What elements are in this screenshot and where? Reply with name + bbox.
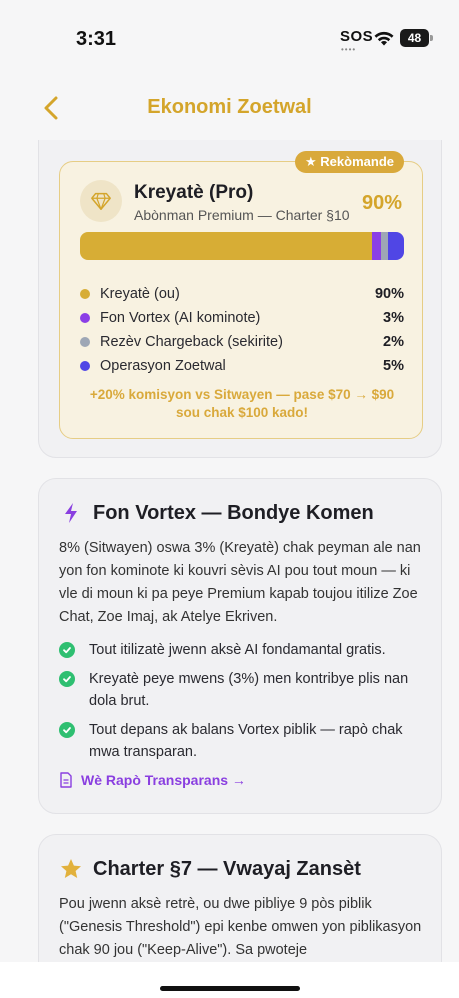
legend-dot-icon	[80, 361, 90, 371]
check-circle-icon	[59, 671, 75, 687]
battery-cap	[430, 35, 433, 41]
vortex-point-text: Tout depans ak balans Vortex piblik — ra…	[89, 722, 403, 760]
promo-text: +20% komisyon vs Sitwayen — pase $70 → $…	[89, 387, 395, 420]
revenue-split-legend: Kreyatè (ou) 90% Fon Vortex (AI kominote) 3…	[80, 282, 404, 378]
legend-label: Rezèv Chargeback (sekirite)	[100, 334, 283, 350]
legend-dot-icon	[80, 337, 90, 347]
signal-dots-icon: ••••	[341, 45, 357, 54]
legend-item: Operasyon Zoetwal 5%	[80, 354, 404, 378]
navigation-bar: Ekonomi Zoetwal	[0, 80, 459, 140]
bottom-safe-area	[0, 962, 459, 998]
legend-dot-icon	[80, 313, 90, 323]
charter-title: Charter §7 — Vwayaj Zansèt	[59, 857, 361, 881]
legend-dot-icon	[80, 289, 90, 299]
legend-item: Fon Vortex (AI kominote) 3%	[80, 306, 404, 330]
vortex-point: Kreyatè peye mwens (3%) men kontribye pl…	[59, 668, 425, 712]
lightning-icon	[59, 501, 83, 525]
diamond-icon	[80, 180, 122, 222]
vortex-title: Fon Vortex — Bondye Komen	[59, 501, 374, 525]
vortex-point: Tout depans ak balans Vortex piblik — ra…	[59, 719, 425, 763]
split-bar-segment	[80, 232, 372, 260]
vortex-point: Tout itilizatè jwenn aksè AI fondamantal…	[59, 639, 425, 661]
charter-title-text: Charter §7 — Vwayaj Zansèt	[93, 857, 361, 880]
charter-description: Pou jwenn aksè retrè, ou dwe pibliye 9 p…	[59, 896, 422, 958]
vortex-points: Tout itilizatè jwenn aksè AI fondamantal…	[59, 639, 425, 770]
vortex-card: Fon Vortex — Bondye Komen 8% (Sitwayen) …	[38, 478, 442, 814]
legend-value: 5%	[383, 358, 404, 374]
legend-item: Rezèv Chargeback (sekirite) 2%	[80, 330, 404, 354]
plan-percent: 90%	[361, 192, 402, 214]
plan-name: Kreyatè (Pro)	[134, 182, 254, 203]
legend-item: Kreyatè (ou) 90%	[80, 282, 404, 306]
legend-value: 90%	[374, 286, 404, 302]
legend-label: Fon Vortex (AI kominote)	[100, 310, 261, 326]
split-bar-segment	[371, 232, 382, 260]
charter-card: Charter §7 — Vwayaj Zansèt Pou jwenn aks…	[38, 834, 442, 962]
legend-label: Operasyon Zoetwal	[100, 358, 226, 374]
transparency-report-link[interactable]: Wè Rapò Transparans →	[59, 772, 246, 788]
vortex-title-text: Fon Vortex — Bondye Komen	[93, 501, 374, 524]
recommended-plan-box[interactable]: ★ Rekòmande Kreyatè (Pro) Abònman Premiu…	[59, 151, 423, 439]
recommended-badge: ★ Rekòmande	[295, 151, 404, 173]
revenue-split-bar	[80, 232, 404, 260]
document-icon	[60, 772, 72, 788]
legend-label: Kreyatè (ou)	[100, 286, 180, 302]
transparency-report-label: Wè Rapò Transparans →	[81, 772, 246, 788]
wifi-icon	[374, 31, 394, 46]
scroll-content[interactable]: ★ Rekòmande Kreyatè (Pro) Abònman Premiu…	[0, 140, 459, 962]
vortex-point-text: Kreyatè peye mwens (3%) men kontribye pl…	[89, 671, 409, 709]
split-bar-segment	[387, 232, 404, 260]
vortex-description: 8% (Sitwayen) oswa 3% (Kreyatè) chak pey…	[59, 540, 421, 625]
status-bar: 3:31 SOS •••• 48	[0, 0, 459, 80]
star-icon	[59, 857, 83, 881]
plan-subtitle: Abònman Premium — Charter §10	[134, 207, 350, 223]
plan-card: ★ Rekòmande Kreyatè (Pro) Abònman Premiu…	[38, 140, 442, 458]
legend-value: 3%	[383, 310, 404, 326]
page-title: Ekonomi Zoetwal	[147, 96, 312, 118]
vortex-point-text: Tout itilizatè jwenn aksè AI fondamantal…	[89, 642, 386, 658]
legend-value: 2%	[383, 334, 404, 350]
home-indicator[interactable]	[160, 986, 300, 991]
battery-icon: 48	[400, 29, 429, 47]
sos-indicator: SOS	[340, 28, 374, 45]
status-time: 3:31	[76, 28, 117, 50]
check-circle-icon	[59, 642, 75, 658]
check-circle-icon	[59, 722, 75, 738]
